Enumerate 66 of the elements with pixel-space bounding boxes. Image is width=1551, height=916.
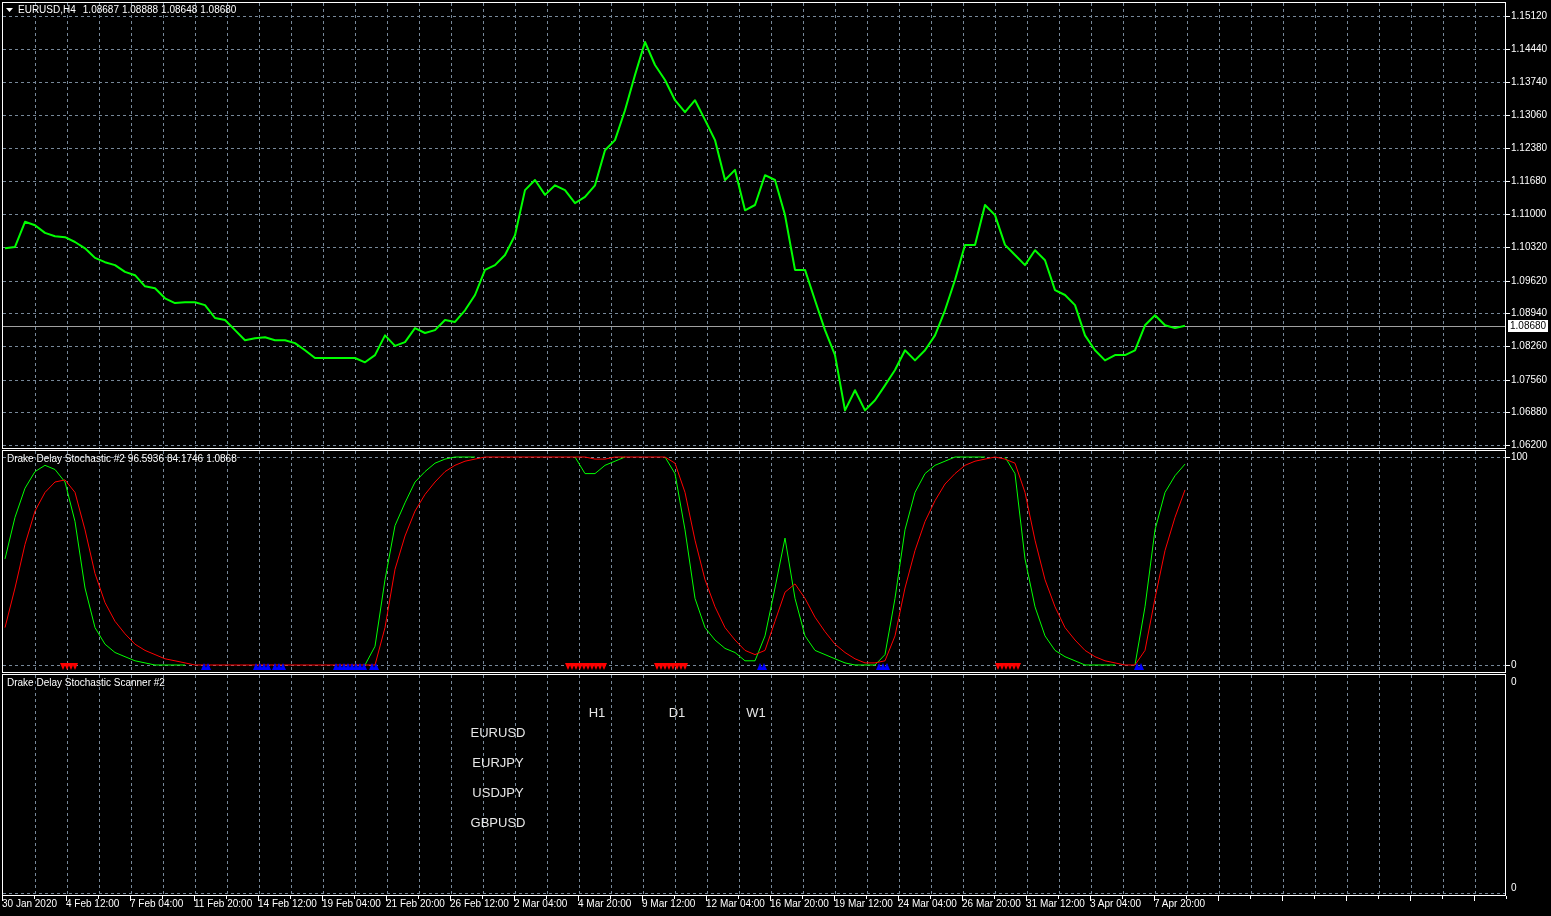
axis-label: 1.11000 [1511, 208, 1547, 220]
current-price-label: 1.08680 [1508, 320, 1549, 332]
ohlc-value: 1.08648 [161, 4, 198, 16]
time-axis-label: 26 Feb 12:00 [450, 898, 509, 910]
indicator-title: Drake Delay Stochastic #2 [7, 453, 125, 465]
axis-label: 1.07560 [1511, 374, 1548, 386]
time-axis-label: 2 Mar 04:00 [514, 898, 568, 910]
axis-label: 0 [1511, 882, 1517, 894]
symbol-label: GBPUSD [470, 815, 526, 831]
time-axis-label: 7 Apr 20:00 [1154, 898, 1206, 910]
axis-label: 1.09620 [1511, 275, 1548, 287]
time-axis-label: 30 Jan 2020 [2, 898, 58, 910]
axis-label: 1.06200 [1511, 439, 1548, 451]
axis-label: 0 [1511, 659, 1517, 671]
axis-label: 1.06880 [1511, 406, 1548, 418]
axis-label: 1.12380 [1511, 142, 1548, 154]
up-triangles-icon [1134, 663, 1144, 670]
axis-label: 1.14440 [1511, 43, 1548, 55]
up-triangles-icon [201, 663, 211, 670]
timeframe-header: D1 [668, 705, 686, 721]
ohlc-value: 1.08680 [200, 4, 237, 16]
time-axis-label: 19 Feb 04:00 [322, 898, 381, 910]
up-triangles-icon [369, 663, 379, 670]
axis-label: 1.13060 [1511, 109, 1548, 121]
caret-icon [6, 8, 13, 12]
indicator-value: 1.0868 [206, 453, 237, 465]
ohlc-value: 1.08687 [82, 4, 119, 16]
time-axis-label: 9 Mar 12:00 [642, 898, 696, 910]
time-axis-label: 4 Feb 12:00 [66, 898, 120, 910]
axis-label: 0 [1511, 676, 1517, 688]
axis-label: 100 [1511, 451, 1528, 463]
time-axis-label: 31 Mar 12:00 [1026, 898, 1085, 910]
chart-symbol-label: EURUSD,H4 [18, 4, 76, 16]
scanner-title: Drake Delay Stochastic Scanner #2 [7, 677, 165, 689]
axis-label: 1.08260 [1511, 340, 1548, 352]
symbol-label: USDJPY [472, 785, 524, 801]
ohlc-value: 1.08888 [121, 4, 159, 16]
down-triangles-icon [60, 663, 78, 670]
time-axis-label: 24 Mar 04:00 [898, 898, 957, 910]
time-axis-label: 4 Mar 20:00 [578, 898, 632, 910]
time-axis-label: 3 Apr 04:00 [1090, 898, 1142, 910]
axis-label: 1.13740 [1511, 76, 1548, 88]
axis-label: 1.15120 [1511, 10, 1548, 22]
axis-label: 1.08940 [1511, 307, 1548, 319]
time-axis-label: 7 Feb 04:00 [130, 898, 184, 910]
axis-label: 1.11680 [1511, 175, 1547, 187]
time-axis-label: 21 Feb 20:00 [386, 898, 445, 910]
time-axis-label: 16 Mar 20:00 [770, 898, 829, 910]
down-triangles-icon [565, 663, 607, 670]
symbol-label: EURUSD [470, 725, 526, 741]
down-triangles-icon [654, 663, 688, 670]
up-triangles-icon [333, 663, 367, 670]
time-axis-label: 14 Feb 12:00 [258, 898, 317, 910]
indicator-value: 96.5936 [127, 453, 164, 465]
time-axis-label: 11 Feb 20:00 [194, 898, 253, 910]
time-axis-label: 12 Mar 04:00 [706, 898, 765, 910]
timeframe-header: H1 [588, 705, 606, 721]
axis-label: 1.10320 [1511, 241, 1548, 253]
up-triangles-icon [876, 663, 890, 670]
down-triangles-icon [995, 663, 1021, 670]
up-triangles-icon [757, 663, 767, 670]
time-axis-label: 19 Mar 12:00 [834, 898, 893, 910]
symbol-label: EURJPY [472, 755, 524, 771]
time-axis-label: 26 Mar 20:00 [962, 898, 1021, 910]
indicator-value: 84.1746 [167, 453, 204, 465]
timeframe-header: W1 [746, 705, 766, 721]
